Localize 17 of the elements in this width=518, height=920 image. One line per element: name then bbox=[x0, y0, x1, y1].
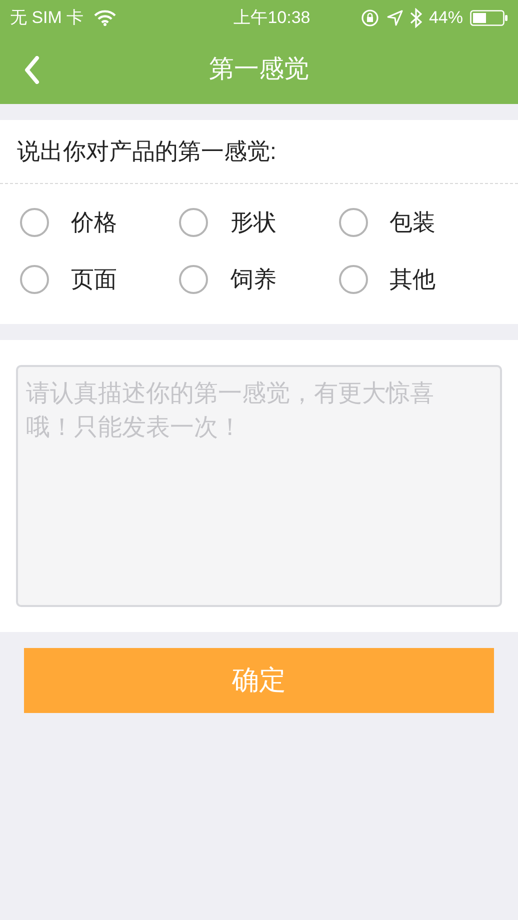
option-radio[interactable]: 其他 bbox=[338, 251, 498, 308]
option-radio[interactable]: 价格 bbox=[20, 194, 180, 251]
carrier-text: 无 SIM 卡 bbox=[10, 7, 84, 30]
bluetooth-icon bbox=[410, 8, 422, 28]
wifi-icon bbox=[94, 10, 116, 26]
location-arrow-icon bbox=[386, 10, 403, 26]
option-radio[interactable]: 饲养 bbox=[179, 251, 339, 308]
option-radio[interactable]: 形状 bbox=[179, 194, 339, 251]
rotation-lock-icon bbox=[360, 9, 380, 27]
question-text: 说出你对产品的第一感觉: bbox=[17, 137, 276, 166]
option-radio[interactable]: 页面 bbox=[20, 251, 180, 308]
option-radio[interactable]: 包装 bbox=[338, 194, 498, 251]
battery-icon bbox=[470, 10, 508, 26]
back-chevron-icon bbox=[24, 56, 40, 84]
page-title: 第一感觉 bbox=[209, 54, 309, 86]
clock-text: 上午10:38 bbox=[234, 7, 310, 30]
battery-percent-text: 44% bbox=[428, 7, 463, 30]
